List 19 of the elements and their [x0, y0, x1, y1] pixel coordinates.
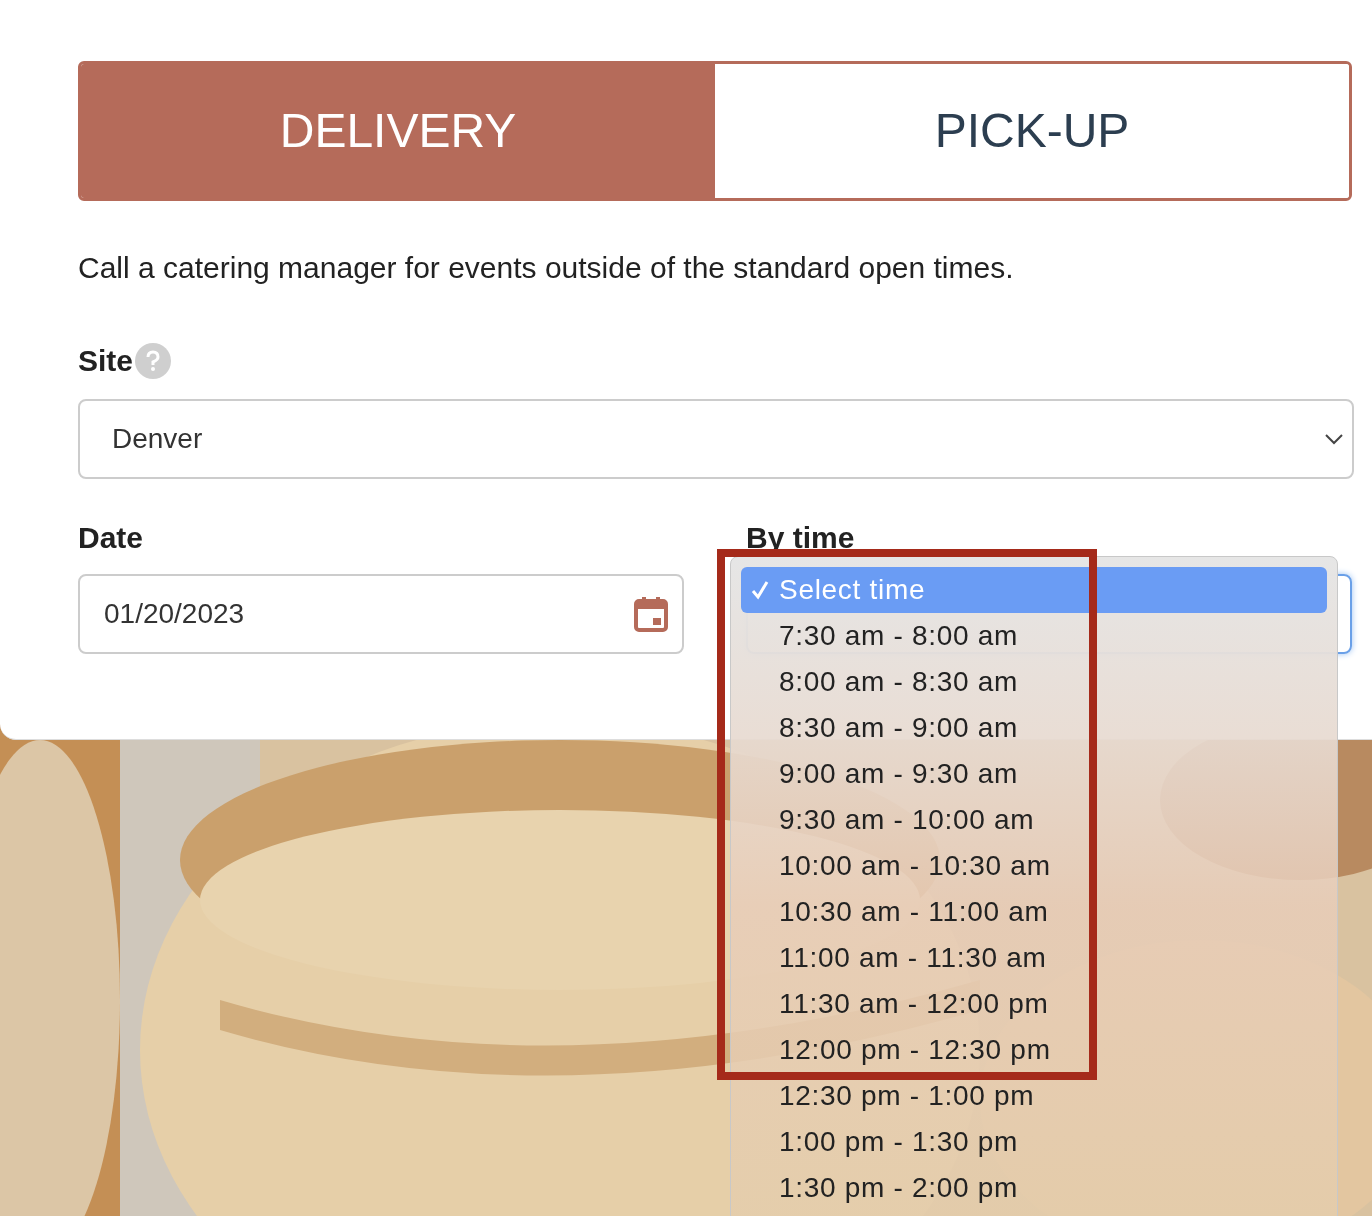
field-label: Date	[78, 520, 145, 556]
notice-text: Call a catering manager for events outside of the standard open times.	[78, 250, 1015, 286]
time-option[interactable]: 1:30 pm - 2:00 pm	[779, 1173, 1019, 1203]
order-type-tab[interactable]: DELIVERY	[81, 64, 715, 198]
site-select[interactable]: Denver	[78, 399, 1354, 479]
time-option[interactable]: 1:00 pm - 1:30 pm	[779, 1127, 1019, 1157]
date-field[interactable]: 01/20/2023	[78, 574, 684, 654]
time-option[interactable]: 9:30 am - 10:00 am	[779, 805, 1035, 835]
time-option[interactable]: 10:00 am - 10:30 am	[779, 851, 1051, 881]
time-option[interactable]: 8:30 am - 9:00 am	[779, 713, 1019, 743]
time-option[interactable]: 12:30 pm - 1:00 pm	[779, 1081, 1035, 1111]
time-option[interactable]: 11:30 am - 12:00 pm	[779, 989, 1049, 1019]
time-option[interactable]: 10:30 am - 11:00 am	[779, 897, 1049, 927]
time-option[interactable]: 11:00 am - 11:30 am	[779, 943, 1047, 973]
time-option[interactable]: 9:00 am - 9:30 am	[779, 759, 1019, 789]
field-label: Site	[78, 343, 134, 379]
time-option[interactable]: 7:30 am - 8:00 am	[779, 621, 1019, 651]
time-option[interactable]: 12:00 pm - 12:30 pm	[779, 1035, 1051, 1065]
time-option[interactable]: 8:00 am - 8:30 am	[779, 667, 1019, 697]
